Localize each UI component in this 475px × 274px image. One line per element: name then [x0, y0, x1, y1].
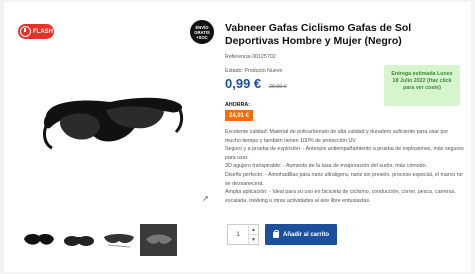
product-main-image[interactable] — [38, 82, 188, 162]
quantity-arrows: ▲ ▼ — [248, 225, 258, 244]
product-price: 0,99 € — [225, 76, 262, 91]
thumbnail-strip — [20, 224, 177, 256]
flash-label: FLASH — [33, 28, 53, 35]
add-to-cart-label: Añadir al carrito — [282, 231, 329, 238]
shipping-badge-line3: +SOC — [196, 34, 208, 40]
quantity-down-icon[interactable]: ▼ — [249, 234, 258, 244]
product-reference: Referencia 00125702 — [225, 54, 276, 60]
product-old-price: 25,00 € — [269, 84, 287, 90]
description-line: 3D agujero transpirable: - Aumento de la… — [225, 163, 427, 170]
flash-badge: FLASH — [18, 24, 54, 39]
delivery-estimate[interactable]: Entrega estimada Lunes 18 Julio 2022 (Ha… — [384, 65, 460, 106]
shopping-bag-icon — [272, 229, 280, 238]
thumbnail-4[interactable] — [140, 224, 177, 256]
free-shipping-badge: ENVÍO GRATIS +SOC — [190, 20, 214, 44]
product-card: FLASH ↗ ENVÍO GRATIS +SOC Vabneer Gafas … — [4, 2, 471, 272]
thumbnail-3[interactable] — [100, 224, 137, 256]
description-line: Excelente calidad: Material de policarbo… — [225, 129, 449, 144]
savings-label: AHORRA: — [225, 102, 251, 108]
quantity-stepper[interactable]: 1 ▲ ▼ — [227, 224, 259, 245]
thumbnail-2[interactable] — [60, 224, 97, 256]
thumbnail-1[interactable] — [20, 224, 57, 256]
description-line: Diseño perfecto: - Almohadillas para nar… — [225, 171, 463, 187]
description-line: Seguro y a prueba de explosión: - Anteoj… — [225, 146, 464, 161]
quantity-up-icon[interactable]: ▲ — [249, 225, 258, 234]
add-to-cart-button[interactable]: Añadir al carrito — [265, 224, 337, 245]
clock-icon — [20, 26, 31, 37]
quantity-value[interactable]: 1 — [228, 225, 248, 244]
product-state: Estado: Producto Nuevo — [225, 68, 283, 74]
product-title: Vabneer Gafas Ciclismo Gafas de Sol Depo… — [225, 22, 412, 47]
product-gallery: FLASH ↗ — [4, 2, 209, 272]
savings-badge: 24,01 € — [225, 110, 253, 121]
product-description: Excelente calidad: Material de policarbo… — [225, 128, 465, 205]
expand-icon[interactable]: ↗ — [202, 194, 209, 203]
description-line: Amplia aplicación: - Ideal para su uso e… — [225, 189, 456, 204]
